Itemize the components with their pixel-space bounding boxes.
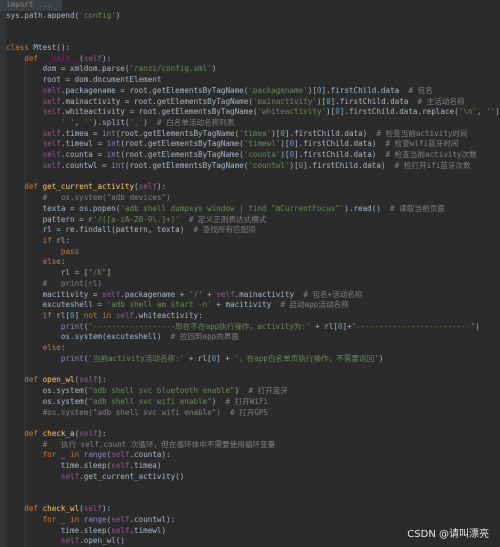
code-line[interactable]: pattern = r'/([a-zA-Z0-9\.]+)' # 定义正则表达式…	[0, 215, 500, 226]
code-line[interactable]: # print(rl)	[0, 279, 500, 290]
code-line[interactable]	[0, 483, 500, 494]
code-line[interactable]: self.timewl = int(root.getElementsByTagN…	[0, 139, 500, 150]
code-line[interactable]	[0, 418, 500, 429]
code-line[interactable]: pass	[0, 247, 500, 258]
code-line[interactable]: # os.system("adb devices")	[0, 193, 500, 204]
code-line[interactable]: self.timea = int(root.getElementsByTagNa…	[0, 129, 500, 140]
code-line[interactable]: def check_wl(self):	[0, 504, 500, 515]
code-line[interactable]	[0, 172, 500, 183]
code-line[interactable]: sys.path.append('config')	[0, 11, 500, 22]
code-line[interactable]: else:	[0, 343, 500, 354]
code-line[interactable]: print('当前activity活动名称:' + rl[0] + '，在app…	[0, 354, 500, 365]
code-line[interactable]	[0, 32, 500, 43]
code-line[interactable]: else:	[0, 257, 500, 268]
code-line[interactable]: rl = re.findall(pattern, texta) # 查找所有匹配…	[0, 225, 500, 236]
code-line[interactable]: root = dom.documentElement	[0, 75, 500, 86]
code-line[interactable]: ' ', '').split(',') # 白名单活动名称列表	[0, 118, 500, 129]
code-line[interactable]: texta = os.popen('adb shell dumpsys wind…	[0, 204, 500, 215]
code-line[interactable]: rl = ["/K"]	[0, 268, 500, 279]
code-line[interactable]: self.whiteactivity = root.getElementsByT…	[0, 107, 500, 118]
code-line[interactable]: if rl[0] not in self.whiteactivity:	[0, 311, 500, 322]
code-line[interactable]: def check_a(self):	[0, 429, 500, 440]
watermark: CSDN @请叫漂亮	[404, 524, 492, 541]
code-line[interactable]	[0, 493, 500, 504]
code-line[interactable]: def __init__(self):	[0, 54, 500, 65]
code-line[interactable]: os.system("adb shell svc wifi enable") #…	[0, 397, 500, 408]
code-line[interactable]: self.countwl = int(root.getElementsByTag…	[0, 161, 500, 172]
code-line[interactable]: def get_current_activity(self):	[0, 182, 500, 193]
code-editor[interactable]: import ... sys.path.append('config') class…	[0, 0, 500, 547]
code-line[interactable]: time.sleep(self.timea)	[0, 461, 500, 472]
code-line[interactable]: os.system("adb shell svc bluetooth enabl…	[0, 386, 500, 397]
code-line[interactable]: def open_wl(self):	[0, 375, 500, 386]
code-line[interactable]: import ...	[0, 0, 62, 11]
code-line[interactable]: dom = xmldom.parse('ranzi/config.xml')	[0, 64, 500, 75]
code-line[interactable]: class Mtest():	[0, 43, 500, 54]
code-line[interactable]: print('------------------现在不在app执行操作，act…	[0, 322, 500, 333]
code-line[interactable]: for _ in range(self.counta):	[0, 450, 500, 461]
code-line[interactable]: self.counta = int(root.getElementsByTagN…	[0, 150, 500, 161]
code-line[interactable]: macitivity = self.packagename + '/' + se…	[0, 290, 500, 301]
code-line[interactable]: self.mainactivity = root.getElementsByTa…	[0, 97, 500, 108]
code-line[interactable]: if rl:	[0, 236, 500, 247]
code-line[interactable]	[0, 365, 500, 376]
code-line[interactable]: #os.system("adb shell svc wifi enable") …	[0, 408, 500, 419]
code-line[interactable]: self.get_current_activity()	[0, 472, 500, 483]
code-line[interactable]: self.packagename = root.getElementsByTag…	[0, 86, 500, 97]
code-line[interactable]: excuteshell = 'adb shell am start -n' + …	[0, 300, 500, 311]
code-line[interactable]: # 执行 self.count 次循环，但在循环体中不需要使用循环变量	[0, 440, 500, 451]
code-line[interactable]	[0, 21, 500, 32]
code-line[interactable]: os.system(excuteshell) # 拉回到app的界面	[0, 332, 500, 343]
